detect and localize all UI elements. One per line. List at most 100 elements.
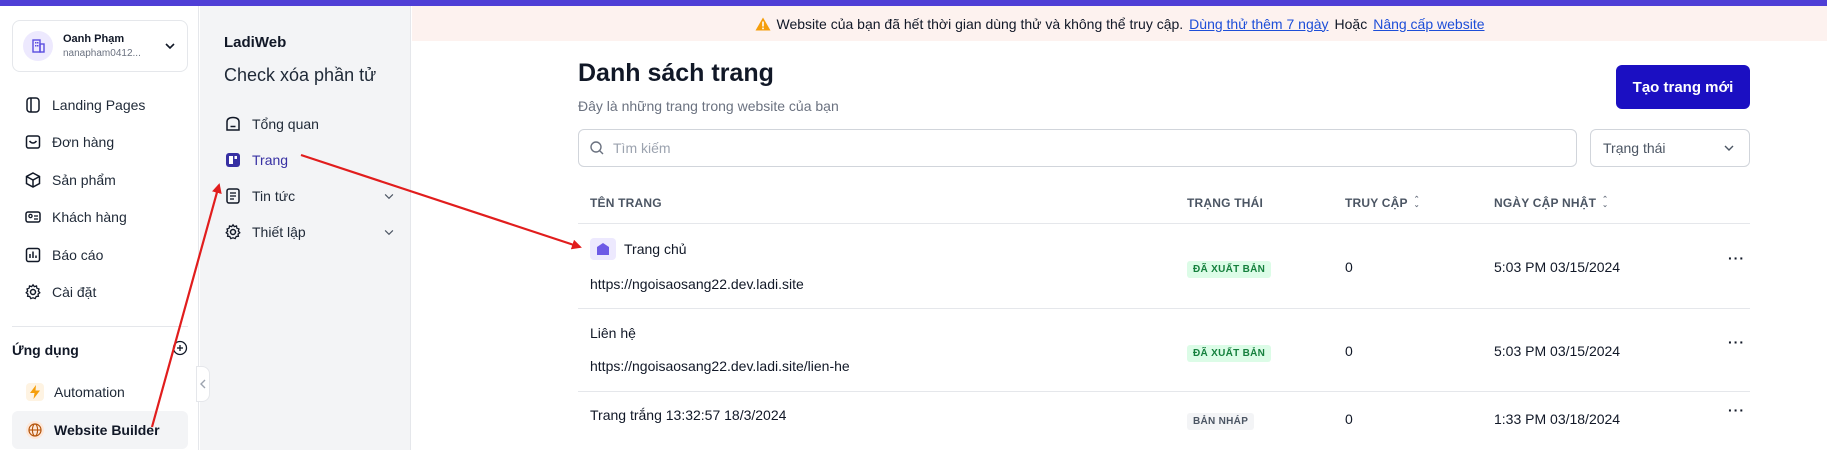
contact-card-icon (25, 211, 41, 223)
search-box (578, 129, 1577, 167)
product-brand: LadiWeb (224, 34, 287, 51)
account-email: nanapham0412... (63, 48, 141, 59)
column-header-updated[interactable]: NGÀY CẬP NHẬT ⌃ ⌄ (1494, 181, 1608, 224)
building-icon (23, 31, 53, 61)
account-switcher[interactable]: Oanh Phạm nanapham0412... (12, 20, 188, 72)
warning-icon (755, 17, 770, 30)
site-sidebar: LadiWeb Check xóa phần tử Tổng quan Tran… (200, 6, 411, 450)
home-page-icon (590, 238, 616, 260)
more-actions-icon[interactable]: ··· (1728, 250, 1745, 266)
column-header-status: TRẠNG THÁI (1187, 181, 1263, 224)
chevron-down-icon (1724, 145, 1734, 151)
create-page-button[interactable]: Tạo trang mới (1616, 65, 1750, 109)
page-name[interactable]: Trang trắng 13:32:57 18/3/2024 (590, 407, 786, 423)
sort-icon[interactable]: ⌃ ⌄ (1602, 196, 1608, 209)
status-filter-select[interactable]: Trạng thái (1590, 129, 1750, 167)
sidebar-item-landing-pages[interactable]: Landing Pages (12, 86, 188, 124)
page-name[interactable]: Trang chủ (624, 241, 687, 257)
table-row[interactable]: Liên hệ https://ngoisaosang22.dev.ladi.s… (578, 309, 1750, 392)
landing-pages-icon (26, 97, 40, 113)
chevron-down-icon (163, 39, 177, 53)
visits-count: 0 (1345, 259, 1353, 275)
site-nav: Tổng quan Trang Tin tức Thiết lập (224, 106, 396, 250)
apps-section-header: Ứng dụng (12, 340, 188, 359)
app-item-website-builder[interactable]: Website Builder (12, 411, 188, 449)
search-input[interactable] (613, 140, 1576, 156)
account-name: Oanh Phạm (63, 33, 125, 45)
subnav-item-pages[interactable]: Trang (224, 142, 396, 178)
status-badge: BẢN NHÁP (1187, 413, 1255, 430)
search-icon (590, 141, 604, 155)
sidebar-item-products[interactable]: Sản phẩm (12, 161, 188, 199)
subnav-item-overview[interactable]: Tổng quan (224, 106, 396, 142)
gear-icon (225, 223, 241, 240)
collapse-sidebar-button[interactable] (196, 366, 210, 402)
main-sidebar: Oanh Phạm nanapham0412... Landing Pages … (0, 6, 199, 450)
banner-message: Website của bạn đã hết thời gian dùng th… (776, 15, 1184, 32)
chevron-left-icon (200, 379, 206, 389)
gear-icon (25, 283, 41, 300)
app-item-automation[interactable]: Automation (12, 373, 188, 411)
news-icon (226, 188, 240, 204)
box-icon (25, 171, 41, 188)
more-actions-icon[interactable]: ··· (1728, 334, 1745, 350)
orders-icon (25, 135, 41, 149)
banner-separator: Hoặc (1334, 15, 1368, 32)
site-name: Check xóa phần tử (224, 65, 377, 85)
page-url-link[interactable]: https://ngoisaosang22.dev.ladi.site/lien… (590, 358, 850, 374)
chevron-down-icon (384, 194, 394, 200)
lightning-icon (26, 383, 44, 401)
subnav-item-label: Trang (252, 152, 289, 168)
more-actions-icon[interactable]: ··· (1728, 402, 1745, 418)
sidebar-item-customers[interactable]: Khách hàng (12, 199, 188, 237)
column-header-name: TÊN TRANG (590, 181, 662, 224)
subnav-item-label: Thiết lập (252, 224, 306, 240)
extend-trial-link[interactable]: Dùng thử thêm 7 ngày (1189, 16, 1328, 32)
status-filter-value: Trạng thái (1603, 140, 1666, 156)
updated-date: 5:03 PM 03/15/2024 (1494, 343, 1621, 359)
apps-list: Automation Website Builder (12, 373, 188, 449)
trial-expired-banner: Website của bạn đã hết thời gian dùng th… (412, 6, 1827, 41)
column-header-label: TRẠNG THÁI (1187, 195, 1263, 210)
updated-date: 5:03 PM 03/15/2024 (1494, 259, 1621, 275)
column-header-visits[interactable]: TRUY CẬP ⌃ ⌄ (1345, 181, 1420, 224)
table-row[interactable]: Trang chủ https://ngoisaosang22.dev.ladi… (578, 224, 1750, 309)
visits-count: 0 (1345, 343, 1353, 359)
sidebar-item-label: Sản phẩm (52, 171, 116, 188)
subnav-item-settings[interactable]: Thiết lập (224, 214, 396, 250)
table-row[interactable]: Trang trắng 13:32:57 18/3/2024 BẢN NHÁP … (578, 392, 1750, 450)
page-name-cell: Trang chủ (590, 238, 687, 260)
sidebar-item-label: Cài đặt (52, 284, 97, 301)
sidebar-item-label: Khách hàng (52, 209, 127, 226)
chevron-down-icon (384, 230, 394, 236)
sidebar-item-label: Báo cáo (52, 246, 104, 263)
column-header-label: NGÀY CẬP NHẬT (1494, 195, 1597, 210)
sort-icon[interactable]: ⌃ ⌄ (1414, 196, 1420, 209)
page-subtitle: Đây là những trang trong website của bạn (578, 98, 839, 114)
overview-icon (226, 116, 240, 131)
sidebar-item-label: Landing Pages (52, 96, 146, 113)
globe-icon (26, 421, 44, 439)
subnav-item-label: Tổng quan (252, 116, 319, 132)
subnav-item-news[interactable]: Tin tức (224, 178, 396, 214)
pages-list-panel: Danh sách trang Đây là những trang trong… (578, 41, 1750, 450)
upgrade-website-link[interactable]: Nâng cấp website (1373, 16, 1484, 32)
page-title: Danh sách trang (578, 59, 774, 87)
visits-count: 0 (1345, 411, 1353, 427)
sidebar-item-label: Đơn hàng (52, 134, 115, 151)
column-header-label: TRUY CẬP (1345, 195, 1408, 210)
page-name[interactable]: Liên hệ (590, 325, 636, 341)
status-badge: ĐÃ XUẤT BẢN (1187, 261, 1272, 278)
sidebar-item-orders[interactable]: Đơn hàng (12, 124, 188, 162)
sidebar-item-reports[interactable]: Báo cáo (12, 236, 188, 274)
sidebar-item-settings[interactable]: Cài đặt (12, 274, 188, 312)
apps-title: Ứng dụng (12, 341, 79, 358)
bar-chart-icon (25, 247, 41, 262)
add-app-icon[interactable] (172, 340, 188, 359)
sidebar-divider (12, 326, 188, 327)
page-icon (226, 153, 240, 167)
app-item-label: Automation (54, 384, 125, 400)
table-header: TÊN TRANG TRẠNG THÁI TRUY CẬP ⌃ ⌄ NGÀY CẬP… (578, 181, 1750, 224)
page-url-link[interactable]: https://ngoisaosang22.dev.ladi.site (590, 276, 804, 292)
updated-date: 1:33 PM 03/18/2024 (1494, 411, 1621, 427)
